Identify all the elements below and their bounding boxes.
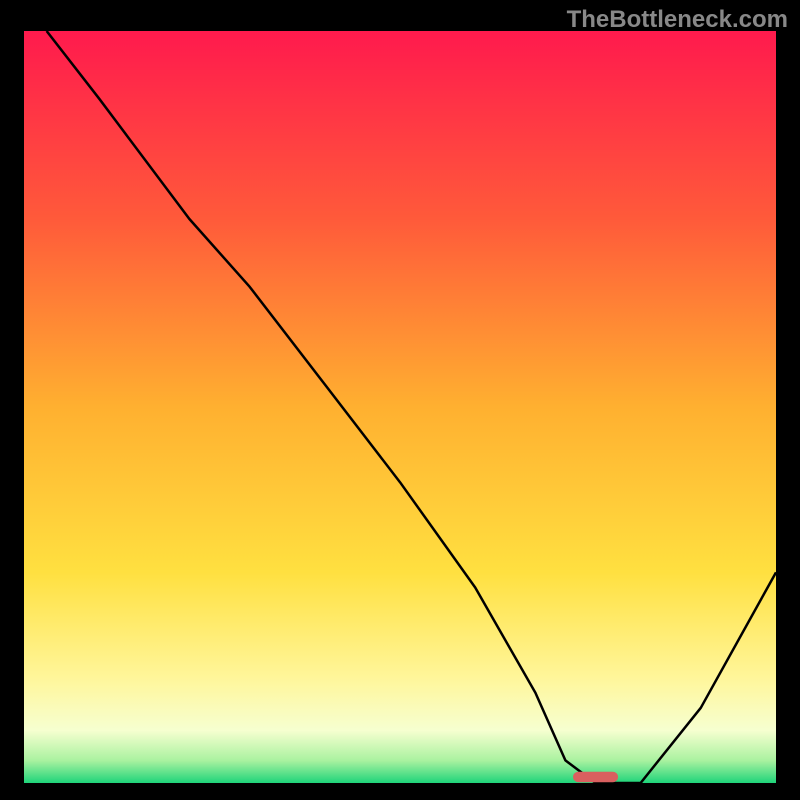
- bottleneck-chart: [24, 31, 776, 783]
- chart-svg: [24, 31, 776, 783]
- optimal-marker: [573, 772, 618, 783]
- watermark-text: TheBottleneck.com: [567, 6, 788, 34]
- chart-background: [24, 31, 776, 783]
